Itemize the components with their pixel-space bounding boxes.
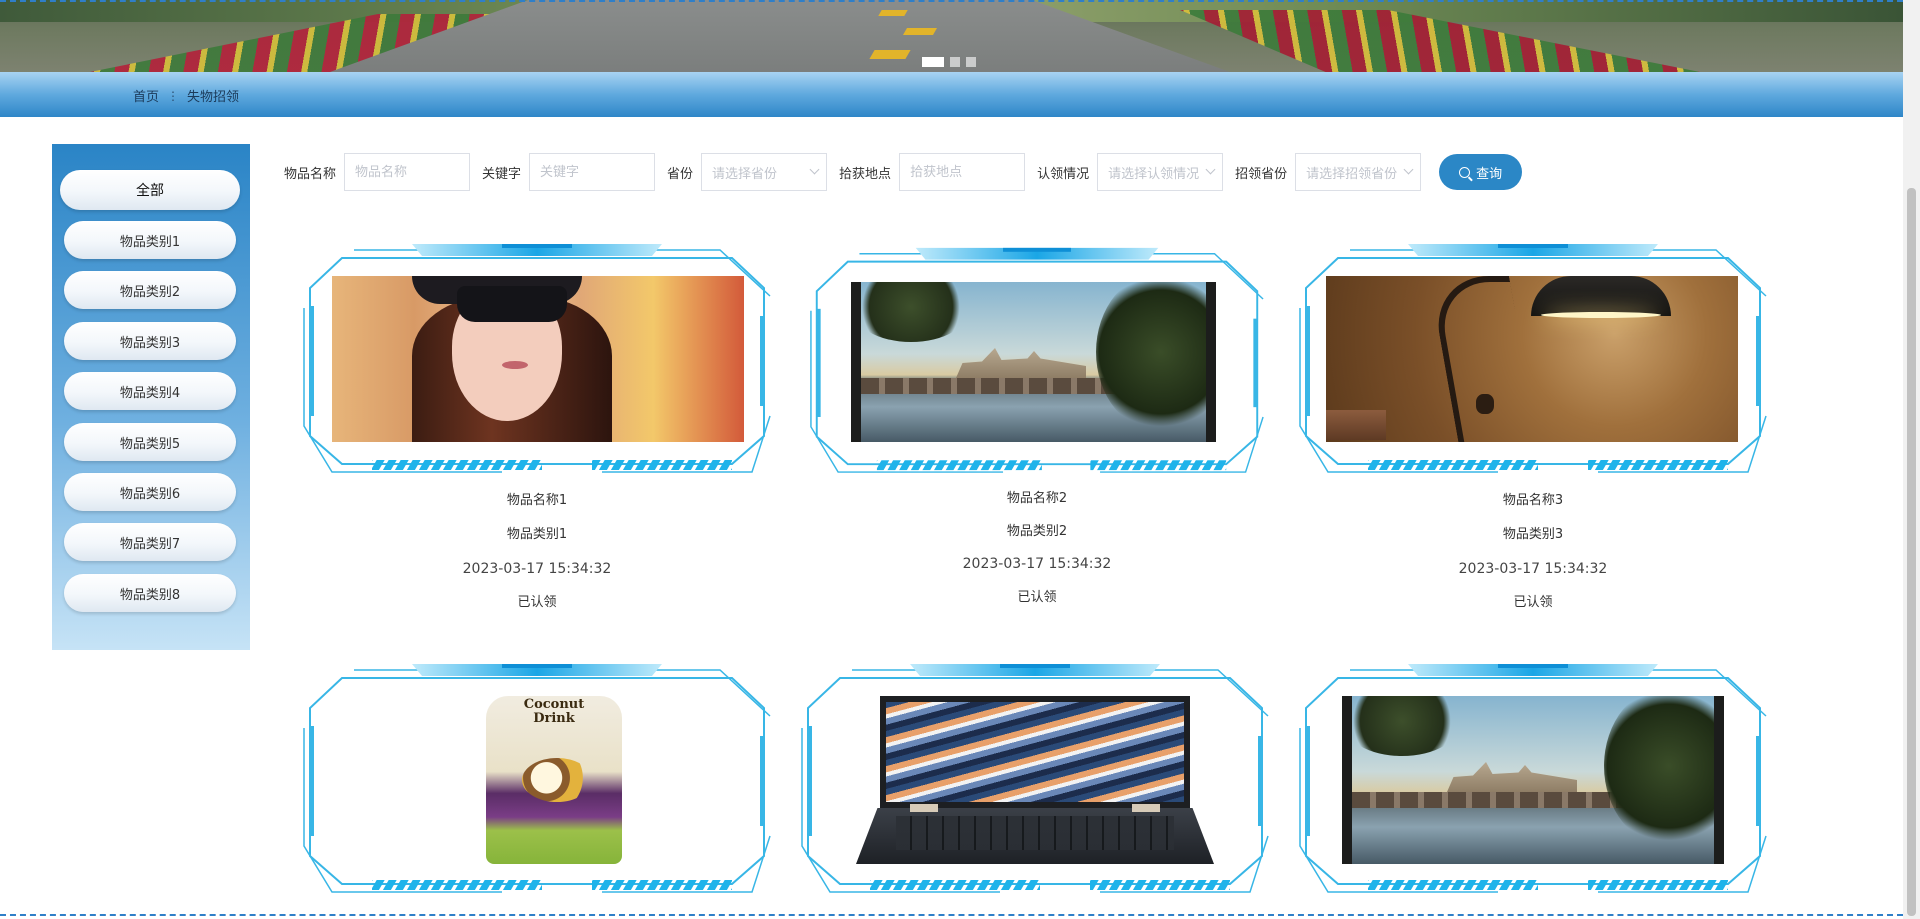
photo-tree xyxy=(1096,282,1206,432)
item-time: 2023-03-17 15:34:32 xyxy=(462,561,612,577)
item-info: 物品名称1 物品类别1 2023-03-17 15:34:32 已认领 xyxy=(302,484,772,620)
carousel-dot-1[interactable] xyxy=(922,57,944,67)
banner-lane-mark xyxy=(902,28,938,35)
photo-sunglasses xyxy=(457,286,567,322)
photo-laptop-hinge xyxy=(910,804,938,812)
breadcrumb-bar: 首页 ⋮ 失物招领 xyxy=(0,72,1903,117)
photo-lamp-shade xyxy=(1531,276,1671,316)
banner-lane-mark xyxy=(869,50,911,59)
scrollbar-thumb[interactable] xyxy=(1907,188,1916,916)
item-photo[interactable] xyxy=(1326,276,1738,442)
chevron-down-icon xyxy=(809,164,820,175)
query-button-label: 查询 xyxy=(1476,165,1503,181)
photo-laptop-keys xyxy=(896,816,1174,850)
location-input[interactable] xyxy=(899,153,1026,191)
vertical-scrollbar[interactable] xyxy=(1903,0,1920,919)
chevron-down-icon xyxy=(1403,164,1414,175)
page-bottom-border xyxy=(0,914,1903,916)
claim-placeholder: 请选择认领情况 xyxy=(1108,166,1200,182)
province-select[interactable]: 请选择省份 xyxy=(701,153,828,191)
item-category: 物品类别1 xyxy=(506,527,568,542)
search-icon xyxy=(1459,166,1471,178)
keyword-input[interactable] xyxy=(529,153,656,191)
item-photo[interactable] xyxy=(856,696,1214,864)
item-photo[interactable] xyxy=(332,276,744,442)
category-item[interactable]: 物品类别8 xyxy=(64,574,236,612)
query-button[interactable]: 查询 xyxy=(1439,154,1523,190)
category-all[interactable]: 全部 xyxy=(60,170,240,210)
name-label: 物品名称 xyxy=(284,166,337,182)
page: 首页 ⋮ 失物招领 全部 物品类别1 物品类别2 物品类别3 物品类别4 物品类… xyxy=(0,0,1920,919)
location-label: 拾获地点 xyxy=(839,166,892,182)
photo-tree xyxy=(1352,696,1462,756)
item-name: 物品名称2 xyxy=(1006,491,1068,506)
breadcrumb-home[interactable]: 首页 xyxy=(133,86,159,105)
search-bar: 物品名称 关键字 省份 请选择省份 拾获地点 认领情况 请选择认领情况 招领省份… xyxy=(284,153,1523,191)
breadcrumb-current: 失物招领 xyxy=(187,90,240,105)
category-sidebar: 全部 物品类别1 物品类别2 物品类别3 物品类别4 物品类别5 物品类别6 物… xyxy=(52,144,250,650)
item-category: 物品类别2 xyxy=(1006,524,1068,539)
photo-castle xyxy=(1447,762,1577,792)
keyword-label: 关键字 xyxy=(482,166,522,182)
photo-lips xyxy=(502,361,528,369)
photo-bottle-label: Coconut Drink xyxy=(523,697,585,726)
claim-select[interactable]: 请选择认领情况 xyxy=(1097,153,1224,191)
item-name: 物品名称3 xyxy=(1502,493,1564,508)
photo-castle xyxy=(956,348,1086,378)
photo-tree xyxy=(1604,696,1714,846)
photo-lamp-glow xyxy=(1541,312,1661,318)
claim-province-select[interactable]: 请选择招领省份 xyxy=(1295,153,1422,191)
name-input[interactable] xyxy=(344,153,471,191)
chevron-down-icon xyxy=(1205,164,1216,175)
category-item[interactable]: 物品类别2 xyxy=(64,271,236,309)
item-photo[interactable] xyxy=(851,282,1216,442)
category-item[interactable]: 物品类别6 xyxy=(64,473,236,511)
item-name: 物品名称1 xyxy=(506,493,568,508)
item-time: 2023-03-17 15:34:32 xyxy=(1458,561,1608,577)
province-placeholder: 请选择省份 xyxy=(712,166,778,182)
category-item[interactable]: 物品类别3 xyxy=(64,322,236,360)
claim-province-label: 招领省份 xyxy=(1235,166,1288,182)
photo-book xyxy=(1326,410,1386,440)
category-item[interactable]: 物品类别1 xyxy=(64,221,236,259)
photo-laptop-screen xyxy=(880,696,1190,808)
breadcrumb: 首页 ⋮ 失物招领 xyxy=(133,86,240,106)
item-time: 2023-03-17 15:34:32 xyxy=(962,556,1112,572)
item-info: 物品名称2 物品类别2 2023-03-17 15:34:32 已认领 xyxy=(809,482,1265,614)
item-photo[interactable]: Coconut Drink xyxy=(332,696,744,864)
item-photo[interactable] xyxy=(1342,696,1724,864)
item-status: 已认领 xyxy=(1513,595,1553,610)
category-item[interactable]: 物品类别5 xyxy=(64,423,236,461)
item-category: 物品类别3 xyxy=(1502,527,1564,542)
photo-tree xyxy=(861,282,971,342)
carousel-dot-3[interactable] xyxy=(966,57,976,67)
banner-lane-mark xyxy=(878,10,908,16)
carousel-indicators xyxy=(922,57,976,67)
category-item[interactable]: 物品类别4 xyxy=(64,372,236,410)
category-item[interactable]: 物品类别7 xyxy=(64,523,236,561)
breadcrumb-separator: ⋮ xyxy=(167,88,180,103)
claim-province-placeholder: 请选择招领省份 xyxy=(1306,166,1398,182)
photo-laptop-hinge xyxy=(1132,804,1160,812)
photo-lamp-arm xyxy=(1429,276,1539,442)
item-info: 物品名称3 物品类别3 2023-03-17 15:34:32 已认领 xyxy=(1298,484,1768,620)
claim-label: 认领情况 xyxy=(1037,166,1090,182)
photo-lamp-base xyxy=(1476,394,1494,414)
item-status: 已认领 xyxy=(1017,590,1057,605)
banner-border xyxy=(0,0,1903,2)
carousel-dot-2[interactable] xyxy=(950,57,960,67)
banner-carousel[interactable] xyxy=(0,0,1903,72)
item-status: 已认领 xyxy=(517,595,557,610)
photo-fruit xyxy=(522,758,592,802)
province-label: 省份 xyxy=(667,166,694,182)
